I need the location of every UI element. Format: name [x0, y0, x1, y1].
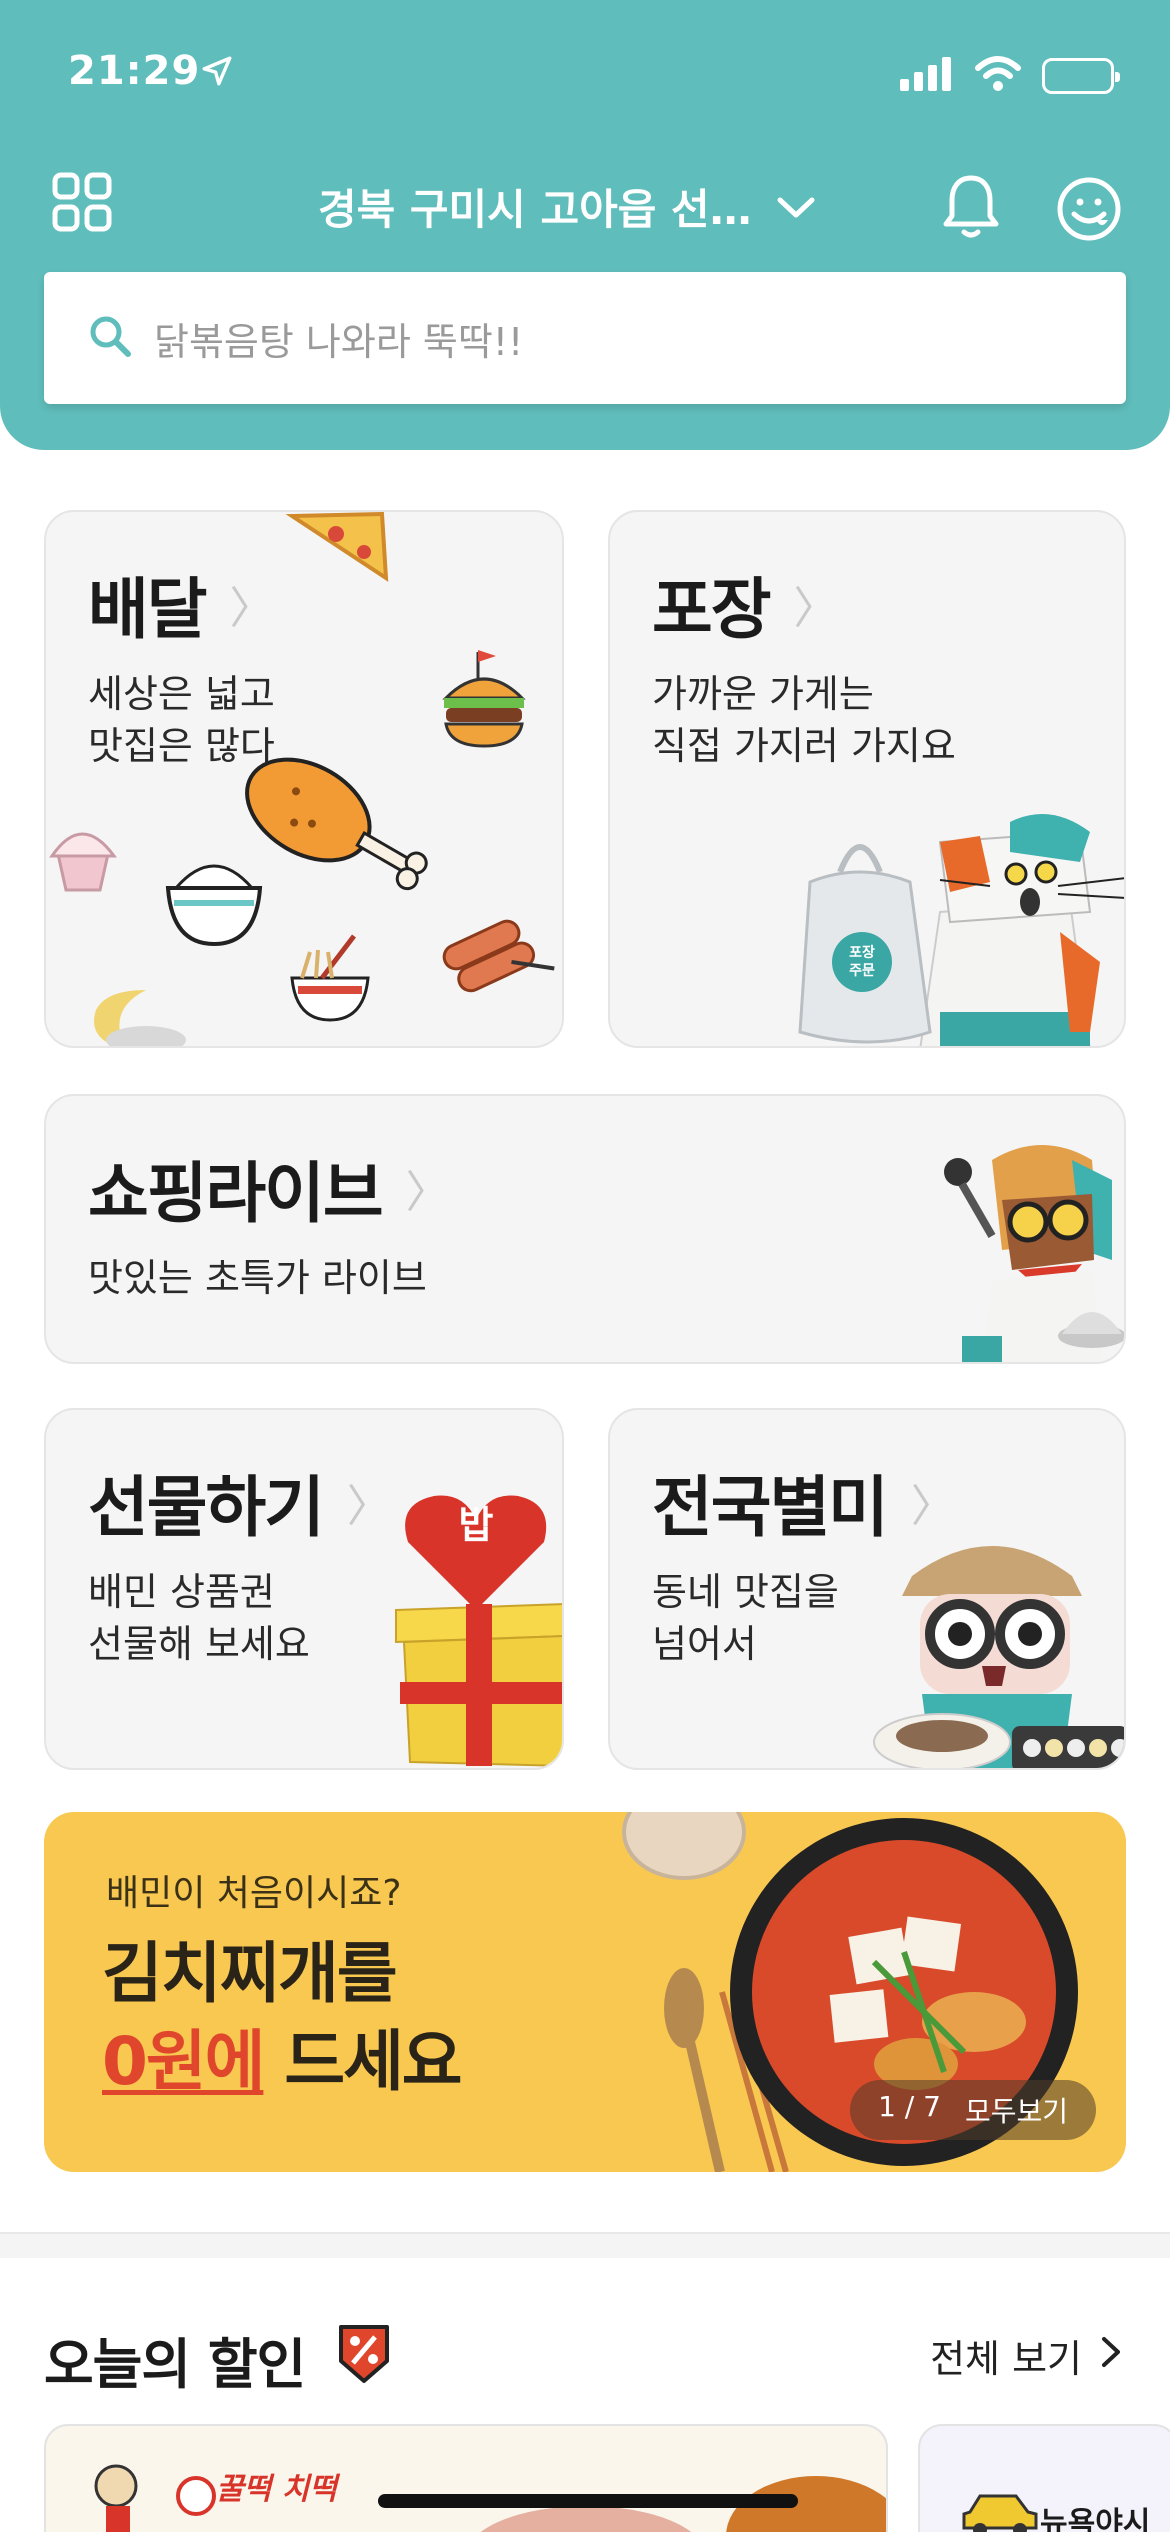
shopping-live-desc: 맛있는 초특가 라이브: [88, 1256, 427, 1300]
chevron-right-icon: 〉: [793, 583, 837, 634]
category-grid-icon[interactable]: [52, 172, 112, 232]
search-placeholder: 닭볶음탕 나와라 뚝딱!!: [154, 319, 524, 364]
chevron-right-icon: 〉: [910, 1481, 955, 1532]
today-discount-title: 오늘의 할인: [44, 2320, 393, 2399]
chevron-right-icon: [1100, 2334, 1122, 2378]
takeout-bag-label: 포장 주문: [849, 945, 875, 979]
status-time: 21:29: [68, 48, 201, 94]
search-bar[interactable]: 닭볶음탕 나와라 뚝딱!!: [44, 272, 1126, 404]
gift-title: 선물하기 〉: [88, 1469, 391, 1546]
banner-headline-line2: 0원에 드세요: [102, 2023, 463, 2100]
chevron-right-icon: 〉: [405, 1167, 450, 1218]
my-page-face-icon[interactable]: [1056, 176, 1122, 246]
banner-pager[interactable]: 1 / 7 모두보기: [850, 2080, 1096, 2140]
shopping-live-title: 쇼핑라이브 〉: [88, 1155, 450, 1232]
banner-headline-line1: 김치찌개를: [102, 1935, 398, 2012]
promo-banner[interactable]: 배민이 처음이시죠? 김치찌개를 0원에 드세요 1 / 7 모두보기: [44, 1812, 1126, 2172]
shopping-live-tile[interactable]: 쇼핑라이브 〉 맛있는 초특가 라이브: [44, 1094, 1126, 1364]
banner-highlight: 0원에: [102, 2023, 265, 2100]
banner-page-indicator: 1 / 7: [878, 2090, 941, 2123]
home-indicator[interactable]: [378, 2494, 798, 2508]
deal-card-brand: 꿀떡 치떡: [216, 2472, 337, 2507]
gift-desc: 배민 상품권 선물해 보세요: [88, 1570, 310, 1666]
host-with-microphone-illustration: [944, 1145, 1124, 1362]
gift-heart-label: 밥: [458, 1503, 494, 1547]
taxi-icon: [962, 2494, 1038, 2532]
takeout-tile[interactable]: 포장 〉 가까운 가게는 직접 가지러 가지요 포장 주문: [608, 510, 1126, 1048]
gift-tile[interactable]: 선물하기 〉 배민 상품권 선물해 보세요 밥: [44, 1408, 564, 1770]
cat-with-bag-illustration: [798, 814, 1124, 1046]
banner-see-all: 모두보기: [964, 2095, 1068, 2128]
notification-bell-icon[interactable]: [940, 172, 1002, 244]
signal-icon: [900, 57, 954, 95]
battery-icon: [1042, 58, 1120, 94]
takeout-desc: 가까운 가게는 직접 가지러 가지요: [652, 672, 956, 768]
national-specialty-tile[interactable]: 전국별미 〉 동네 맛집을 넘어서: [608, 1408, 1126, 1770]
explorer-with-binoculars-illustration: [873, 1546, 1124, 1768]
national-specialty-desc: 동네 맛집을 넘어서: [652, 1570, 839, 1666]
chevron-right-icon: 〉: [346, 1481, 391, 1532]
status-indicators: [900, 56, 1120, 96]
see-all-discounts-link[interactable]: 전체 보기: [930, 2328, 1122, 2383]
section-divider: [0, 2232, 1170, 2258]
deal-card[interactable]: 뉴욕야시: [918, 2424, 1170, 2532]
location-text: 경북 구미시 고아읍 선…: [318, 185, 752, 234]
delivery-tile[interactable]: 배달 〉 세상은 넓고 맛집은 많다: [44, 510, 564, 1048]
location-selector[interactable]: 경북 구미시 고아읍 선…: [318, 176, 816, 237]
banner-subtitle: 배민이 처음이시죠?: [106, 1873, 402, 1914]
deal-card-brand: 뉴욕야시: [1040, 2506, 1151, 2532]
deal-card[interactable]: 꿀떡 치떡: [44, 2424, 888, 2532]
app-header: 21:29 경북 구미시 고아읍 선… 닭볶음탕 나와라 뚝딱!!: [0, 0, 1170, 450]
discount-badge-icon: [335, 2321, 393, 2398]
search-icon: [88, 314, 132, 362]
location-arrow-icon: [200, 54, 234, 92]
wifi-icon: [974, 56, 1022, 96]
chevron-down-icon: [776, 182, 816, 231]
food-illustrations: [49, 512, 555, 1046]
takeout-title: 포장 〉: [652, 571, 837, 648]
